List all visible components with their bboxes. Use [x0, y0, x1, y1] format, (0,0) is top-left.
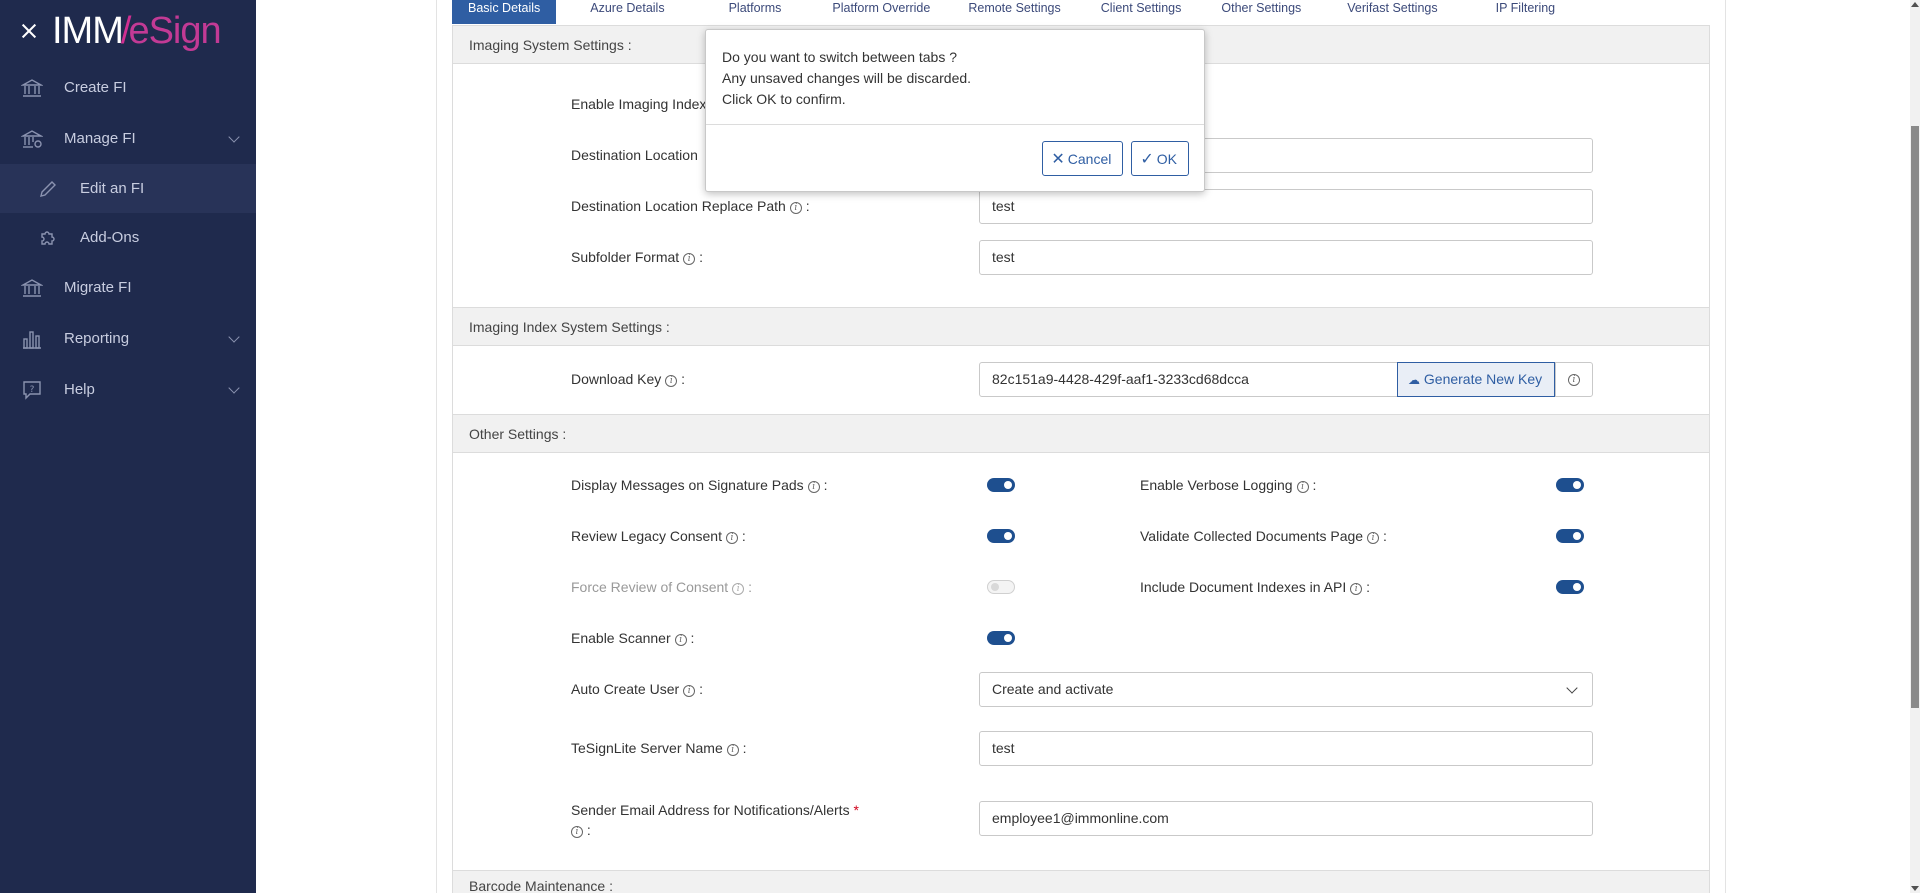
- dialog-message: Do you want to switch between tabs ? Any…: [706, 30, 1204, 125]
- check-icon: ✓: [1140, 150, 1154, 168]
- confirm-dialog: Do you want to switch between tabs ? Any…: [705, 29, 1205, 192]
- close-icon: ✕: [1051, 150, 1065, 168]
- dialog-footer: ✕ Cancel ✓ OK: [1042, 141, 1189, 176]
- ok-button[interactable]: ✓ OK: [1131, 141, 1189, 176]
- cancel-button[interactable]: ✕ Cancel: [1042, 141, 1124, 176]
